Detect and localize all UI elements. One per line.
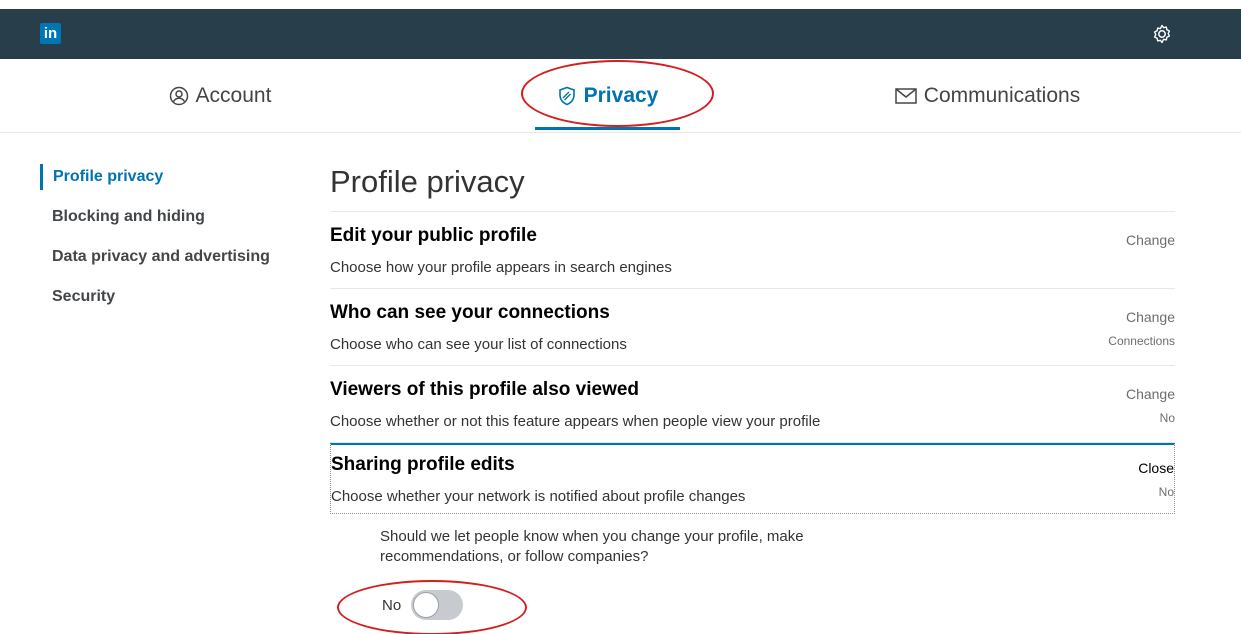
- change-link[interactable]: Change: [1126, 386, 1175, 402]
- top-nav-bar: in: [0, 9, 1241, 59]
- setting-question: Should we let people know when you chang…: [380, 528, 804, 565]
- setting-title: Who can see your connections: [330, 302, 610, 323]
- setting-row-viewers-also-viewed[interactable]: Viewers of this profile also viewed Choo…: [330, 366, 1175, 443]
- tab-communications[interactable]: Communications: [880, 59, 1095, 132]
- gear-icon[interactable]: [1150, 22, 1174, 46]
- change-link[interactable]: Change: [1126, 232, 1175, 248]
- sidebar-item-blocking[interactable]: Blocking and hiding: [40, 204, 280, 244]
- tab-privacy[interactable]: Privacy: [535, 59, 680, 132]
- change-link[interactable]: Change: [1126, 309, 1175, 325]
- setting-value: No: [1158, 485, 1174, 499]
- settings-tabs: Account Privacy Communications: [0, 59, 1241, 133]
- envelope-icon: [895, 87, 917, 104]
- sidebar-item-data-privacy[interactable]: Data privacy and advertising: [40, 244, 280, 284]
- toggle-knob: [413, 592, 440, 618]
- setting-row-public-profile[interactable]: Edit your public profile Choose how your…: [330, 212, 1175, 289]
- toggle-label: No: [382, 596, 402, 614]
- settings-sidebar: Profile privacy Blocking and hiding Data…: [40, 164, 280, 324]
- tab-privacy-label: Privacy: [583, 83, 659, 107]
- setting-description: Choose who can see your list of connecti…: [330, 336, 627, 353]
- sharing-toggle-group: No: [382, 590, 464, 620]
- setting-title: Edit your public profile: [330, 225, 537, 246]
- tab-communications-label: Communications: [923, 83, 1081, 107]
- setting-description: Choose whether or not this feature appea…: [330, 413, 821, 430]
- sidebar-item-security[interactable]: Security: [40, 284, 280, 324]
- sharing-edits-toggle[interactable]: [411, 590, 464, 620]
- setting-description: Choose how your profile appears in searc…: [330, 259, 672, 276]
- setting-row-connections[interactable]: Who can see your connections Choose who …: [330, 289, 1175, 366]
- close-link[interactable]: Close: [1138, 460, 1174, 476]
- main-content: Profile privacy Edit your public profile…: [330, 160, 1175, 514]
- tab-account-label: Account: [195, 83, 272, 107]
- linkedin-logo[interactable]: in: [40, 23, 61, 44]
- shield-icon: [558, 86, 575, 105]
- setting-row-sharing-profile-edits[interactable]: Sharing profile edits Choose whether you…: [330, 443, 1175, 514]
- setting-value: No: [1159, 411, 1175, 425]
- page-title: Profile privacy: [330, 160, 1175, 212]
- setting-title: Viewers of this profile also viewed: [330, 379, 640, 400]
- setting-value: Connections: [1108, 334, 1175, 348]
- setting-description: Choose whether your network is notified …: [331, 488, 746, 505]
- sidebar-item-profile-privacy[interactable]: Profile privacy: [40, 164, 280, 190]
- tab-account[interactable]: Account: [140, 59, 300, 132]
- setting-title: Sharing profile edits: [331, 454, 515, 475]
- user-circle-icon: [169, 86, 188, 105]
